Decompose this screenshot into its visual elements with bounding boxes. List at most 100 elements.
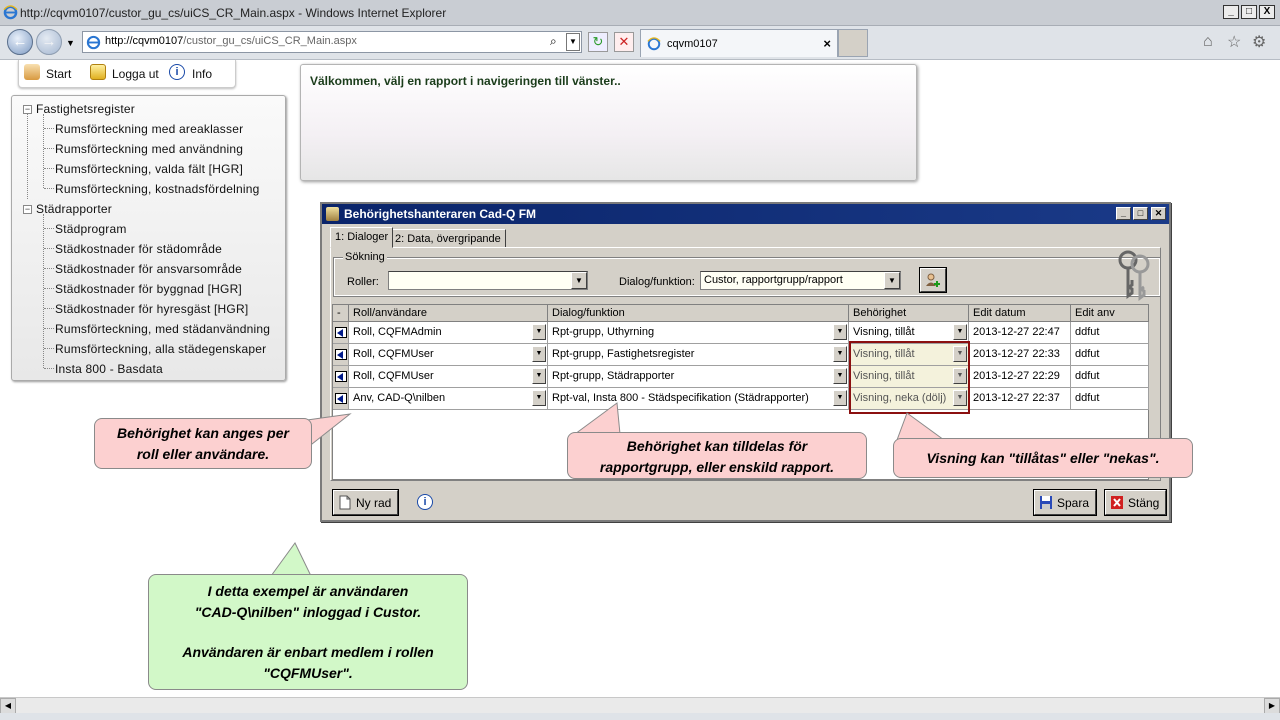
row-arrow-icon [335,371,347,382]
info-icon: i [169,64,185,80]
tree-item[interactable]: Städkostnader för städområde [55,242,222,256]
menu-logout[interactable]: Logga ut [112,67,159,81]
chevron-down-icon[interactable]: ▼ [571,272,587,289]
tree-item[interactable]: Städkostnader för ansvarsområde [55,262,242,276]
history-dropdown-icon[interactable]: ▼ [66,38,75,48]
tab-dialoger[interactable]: 1: Dialoger [330,227,394,248]
tree-group-fastighetsregister[interactable]: Fastighetsregister [36,102,135,116]
tree-item[interactable]: Städprogram [55,222,127,236]
chevron-down-icon[interactable]: ▼ [532,324,546,340]
cell-edit-date: 2013-12-27 22:29 [969,366,1071,388]
collapse-icon[interactable]: − [23,105,32,114]
row-selector[interactable] [333,388,349,410]
callout-text: Behörighet kan tilldelas för [626,438,808,454]
stop-icon[interactable]: ✕ [614,32,634,52]
welcome-text: Välkommen, välj en rapport i navigeringe… [310,74,621,88]
home-icon[interactable]: ⌂ [1203,33,1213,51]
tools-gear-icon[interactable]: ⚙ [1252,32,1266,52]
new-tab-button[interactable] [838,29,868,57]
new-row-button[interactable]: Ny rad [331,489,400,516]
cell-function[interactable]: Rpt-grupp, Uthyrning ▼ [548,322,849,344]
tree-item[interactable]: Rumsförteckning, med städanvändning [55,322,270,336]
cell-text: Rpt-grupp, Uthyrning [552,326,655,338]
cell-function[interactable]: Rpt-val, Insta 800 - Städspecifikation (… [548,388,849,410]
close-button[interactable]: Stäng [1103,489,1168,516]
menu-start[interactable]: Start [46,67,71,81]
row-selector[interactable] [333,366,349,388]
col-header-edit-date[interactable]: Edit datum [969,305,1071,322]
cell-function[interactable]: Rpt-grupp, Städrapporter ▼ [548,366,849,388]
back-button[interactable]: ← [7,29,33,55]
tree-item[interactable]: Rumsförteckning med användning [55,142,243,156]
chevron-down-icon[interactable]: ▼ [833,368,847,384]
cell-role[interactable]: Roll, CQFMUser ▼ [349,366,548,388]
window-title: http://cqvm0107/custor_gu_cs/uiCS_CR_Mai… [20,6,447,20]
chevron-down-icon[interactable]: ▼ [884,272,900,289]
roles-combo[interactable]: ▼ [388,271,588,290]
save-button[interactable]: Spara [1032,489,1098,516]
chevron-down-icon[interactable]: ▼ [532,346,546,362]
row-selector[interactable] [333,322,349,344]
tree-item[interactable]: Rumsförteckning, valda fält [HGR] [55,162,243,176]
collapse-icon[interactable]: − [23,205,32,214]
chevron-down-icon[interactable]: ▼ [953,324,967,340]
menu-info[interactable]: Info [192,67,212,81]
search-icon[interactable]: ⌕ [550,34,557,49]
scroll-left-icon[interactable]: ◀ [0,698,16,714]
horizontal-scrollbar[interactable]: ◀ ▶ [0,697,1280,714]
chevron-down-icon[interactable]: ▼ [532,368,546,384]
row-arrow-icon [335,393,347,404]
dialog-close-button[interactable]: ✕ [1151,207,1166,220]
dialog-minimize-button[interactable]: _ [1116,207,1131,220]
col-header-function[interactable]: Dialog/funktion [548,305,849,322]
chevron-down-icon[interactable]: ▼ [833,324,847,340]
col-header-permission[interactable]: Behörighet [849,305,969,322]
browser-tab[interactable]: cqvm0107 × [640,29,838,57]
scroll-right-icon[interactable]: ▶ [1264,698,1280,714]
tab-title: cqvm0107 [667,38,718,50]
keys-icon [1118,250,1150,301]
logout-icon [90,64,106,80]
tree-item[interactable]: Insta 800 - Basdata [55,362,163,376]
chevron-down-icon[interactable]: ▼ [833,390,847,406]
chevron-down-icon[interactable]: ▼ [833,346,847,362]
tree-item[interactable]: Rumsförteckning, alla städegenskaper [55,342,266,356]
refresh-icon[interactable]: ↻ [588,32,608,52]
cell-role[interactable]: Anv, CAD-Q\nilben ▼ [349,388,548,410]
page-icon [86,35,101,50]
cell-function[interactable]: Rpt-grupp, Fastighetsregister ▼ [548,344,849,366]
cell-edit-date: 2013-12-27 22:37 [969,388,1071,410]
forward-button[interactable]: → [36,29,62,55]
address-bar[interactable]: http://cqvm0107/custor_gu_cs/uiCS_CR_Mai… [82,31,582,53]
tab-data-overgripande[interactable]: 2: Data, övergripande [390,229,506,247]
col-header-role[interactable]: Roll/användare [349,305,548,322]
close-label: Stäng [1128,496,1160,510]
tree-item[interactable]: Rumsförteckning, kostnadsfördelning [55,182,259,196]
tree-item[interactable]: Städkostnader för byggnad [HGR] [55,282,242,296]
chevron-down-icon[interactable]: ▼ [532,390,546,406]
tree-item[interactable]: Rumsförteckning med areaklasser [55,122,243,136]
cell-role[interactable]: Roll, CQFMUser ▼ [349,344,548,366]
info-icon[interactable]: i [417,494,433,510]
address-dropdown-icon[interactable]: ▼ [566,33,580,51]
callout-allow-deny: Visning kan "tillåtas" eller "nekas". [893,438,1193,478]
callout-text: Behörighet kan anges per [117,425,289,441]
tree-item[interactable]: Städkostnader för hyresgäst [HGR] [55,302,248,316]
favorites-star-icon[interactable]: ☆ [1227,32,1241,52]
maximize-button[interactable]: □ [1241,5,1257,19]
browser-toolbar: ← → ▼ http://cqvm0107/custor_gu_cs/uiCS_… [0,26,1280,60]
tree-group-stadrapporter[interactable]: Städrapporter [36,202,112,216]
minimize-button[interactable]: _ [1223,5,1239,19]
new-row-label: Ny rad [356,496,392,510]
cell-role[interactable]: Roll, CQFMAdmin ▼ [349,322,548,344]
cell-edit-user: ddfut [1071,344,1149,366]
col-header-edit-user[interactable]: Edit anv [1071,305,1149,322]
row-selector[interactable] [333,344,349,366]
cell-text: Anv, CAD-Q\nilben [353,392,446,404]
close-window-button[interactable]: X [1259,5,1275,19]
callout-per-role: Behörighet kan anges per roll eller anvä… [94,418,312,469]
search-user-button[interactable] [919,267,947,293]
dialog-maximize-button[interactable]: □ [1133,207,1148,220]
function-combo[interactable]: Custor, rapportgrupp/rapport ▼ [700,271,901,290]
tab-close-icon[interactable]: × [823,36,831,51]
